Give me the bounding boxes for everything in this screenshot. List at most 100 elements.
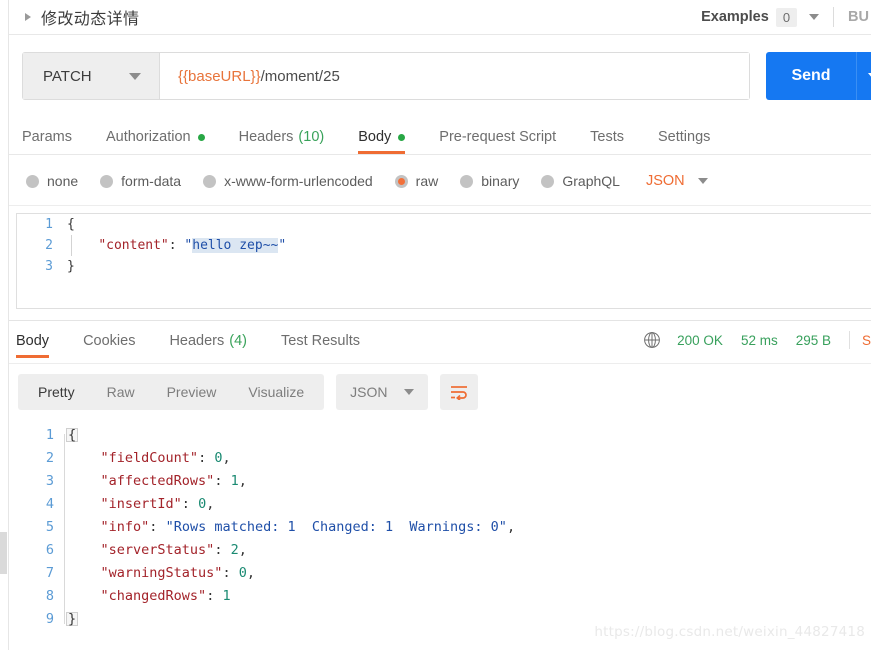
json-brace[interactable]: { bbox=[66, 428, 79, 442]
response-view-preview[interactable]: Preview bbox=[151, 374, 233, 410]
request-tabs-bottom-border bbox=[9, 154, 871, 155]
body-format-value: JSON bbox=[645, 173, 685, 189]
indent-guide bbox=[71, 235, 72, 256]
response-tab-test-results[interactable]: Test Results bbox=[281, 333, 360, 358]
request-tab-headers[interactable]: Headers (10) bbox=[239, 129, 325, 154]
request-body-editor[interactable]: 1 { 2 "content": "hello zep~~" 3 } bbox=[16, 213, 871, 309]
body-type-radio-none[interactable]: none bbox=[26, 173, 78, 189]
json-value: 1 bbox=[222, 588, 231, 604]
send-button[interactable]: Send bbox=[766, 52, 856, 100]
response-tab-headers[interactable]: Headers (4) bbox=[169, 333, 247, 358]
response-indent-guide bbox=[64, 434, 65, 624]
request-tab-authorization[interactable]: Authorization bbox=[106, 129, 205, 154]
line-number: 2 bbox=[45, 450, 54, 466]
code-line: 3 "affectedRows": 1, bbox=[16, 470, 871, 493]
json-key: "warningStatus" bbox=[100, 565, 223, 581]
response-size: 295 B bbox=[795, 332, 831, 348]
request-tab-params[interactable]: Params bbox=[22, 129, 72, 154]
radio-circle-icon bbox=[26, 174, 39, 188]
response-body-code: 1 {2 "fieldCount": 0, 3 "affectedRows": 1,… bbox=[16, 424, 871, 631]
response-tab-body[interactable]: Body bbox=[16, 333, 50, 358]
json-comma: , bbox=[206, 496, 215, 512]
response-view-pretty[interactable]: Pretty bbox=[22, 374, 91, 410]
examples-chevron-down-icon[interactable] bbox=[809, 14, 820, 20]
response-time: 52 ms bbox=[740, 332, 778, 348]
request-tab-label: Tests bbox=[590, 129, 624, 145]
body-type-radio-binary[interactable]: binary bbox=[460, 173, 519, 189]
titlebar-right-group: Examples 0 BU bbox=[701, 7, 871, 27]
body-type-label: form-data bbox=[121, 173, 182, 189]
word-wrap-button[interactable] bbox=[439, 374, 478, 410]
body-format-chevron-down-icon bbox=[697, 178, 708, 184]
request-tab-body[interactable]: Body bbox=[358, 129, 406, 154]
response-body-viewer[interactable]: 1 {2 "fieldCount": 0, 3 "affectedRows": 1,… bbox=[16, 424, 871, 642]
http-method-select[interactable]: PATCH bbox=[23, 53, 160, 99]
code-line: 8 "changedRows": 1 bbox=[16, 585, 871, 608]
body-type-radio-form-data[interactable]: form-data bbox=[100, 173, 181, 189]
body-type-bottom-border bbox=[9, 205, 871, 206]
save-response-button[interactable]: S bbox=[862, 333, 871, 348]
code-line: 2 "fieldCount": 0, bbox=[16, 447, 871, 470]
response-format-select[interactable]: JSON bbox=[336, 374, 428, 410]
code-text: "info": "Rows matched: 1 Changed: 1 Warn… bbox=[100, 519, 516, 535]
body-type-radio-GraphQL[interactable]: GraphQL bbox=[541, 173, 620, 189]
url-variable-token: {{baseURL}} bbox=[178, 67, 261, 85]
json-key: "changedRows" bbox=[100, 588, 207, 604]
radio-circle-icon bbox=[541, 174, 555, 188]
code-text: "insertId": 0, bbox=[100, 496, 215, 512]
examples-count-badge: 0 bbox=[775, 7, 798, 27]
code-line: 1 { bbox=[17, 214, 871, 235]
radio-circle-icon bbox=[394, 174, 408, 188]
code-text: "affectedRows": 1, bbox=[100, 473, 247, 489]
line-number: 8 bbox=[45, 588, 54, 604]
code-text: { bbox=[66, 424, 79, 447]
json-comma: , bbox=[506, 519, 516, 535]
response-status-code: 200 OK bbox=[677, 332, 723, 348]
response-tab-label: Headers bbox=[169, 333, 225, 349]
json-brace[interactable]: } bbox=[66, 612, 79, 626]
url-input[interactable]: {{baseURL}}/moment/25 bbox=[160, 53, 749, 99]
body-type-label: GraphQL bbox=[562, 173, 620, 189]
code-line: 6 "serverStatus": 2, bbox=[16, 539, 871, 562]
response-format-chevron-down-icon bbox=[403, 389, 414, 395]
line-number: 9 bbox=[45, 611, 54, 627]
json-value: 0 bbox=[238, 565, 247, 581]
examples-label: Examples bbox=[701, 9, 769, 25]
request-tab-label: Params bbox=[22, 129, 72, 145]
json-quote-close: " bbox=[278, 238, 287, 253]
response-view-raw[interactable]: Raw bbox=[91, 374, 151, 410]
response-view-visualize[interactable]: Visualize bbox=[232, 374, 320, 410]
build-label[interactable]: BU bbox=[848, 9, 871, 25]
line-number: 1 bbox=[45, 427, 54, 443]
code-text: { bbox=[67, 217, 75, 232]
response-format-value: JSON bbox=[350, 384, 388, 400]
response-tab-cookies[interactable]: Cookies bbox=[83, 333, 135, 358]
json-comma: , bbox=[246, 565, 255, 581]
line-number: 2 bbox=[45, 238, 53, 253]
response-tabs: Body Cookies Headers (4) Test Results bbox=[16, 326, 394, 358]
body-type-radio-x-www-form-urlencoded[interactable]: x-www-form-urlencoded bbox=[203, 173, 373, 189]
request-tab-tests[interactable]: Tests bbox=[590, 129, 624, 154]
code-line: 7 "warningStatus": 0, bbox=[16, 562, 871, 585]
code-text: } bbox=[67, 259, 75, 274]
collapse-triangle-icon[interactable] bbox=[25, 13, 31, 21]
body-type-radio-group: none form-data x-www-form-urlencoded raw bin… bbox=[26, 168, 708, 194]
request-body-code: 1 { 2 "content": "hello zep~~" 3 } bbox=[17, 214, 871, 277]
request-tab-label: Body bbox=[358, 129, 392, 145]
send-button-group: Send bbox=[766, 52, 871, 100]
response-tab-label: Body bbox=[16, 333, 50, 349]
body-format-select[interactable]: JSON bbox=[646, 173, 708, 189]
radio-circle-icon bbox=[203, 174, 217, 188]
code-line: 5 "info": "Rows matched: 1 Changed: 1 Wa… bbox=[16, 516, 871, 539]
request-tab-settings[interactable]: Settings bbox=[658, 129, 710, 154]
body-type-radio-raw[interactable]: raw bbox=[394, 173, 438, 189]
response-scrollbar-thumb[interactable] bbox=[0, 532, 7, 574]
json-comma: , bbox=[238, 542, 247, 558]
json-comma: , bbox=[222, 450, 231, 466]
send-options-button[interactable] bbox=[856, 52, 871, 100]
request-tab-pre-request-script[interactable]: Pre-request Script bbox=[439, 129, 556, 154]
response-top-border bbox=[9, 320, 871, 321]
watermark-text: https://blog.csdn.net/weixin_44827418 bbox=[594, 624, 865, 640]
request-titlebar: 修改动态详情 Examples 0 BU bbox=[9, 0, 871, 34]
request-tab-count: (10) bbox=[298, 129, 325, 145]
